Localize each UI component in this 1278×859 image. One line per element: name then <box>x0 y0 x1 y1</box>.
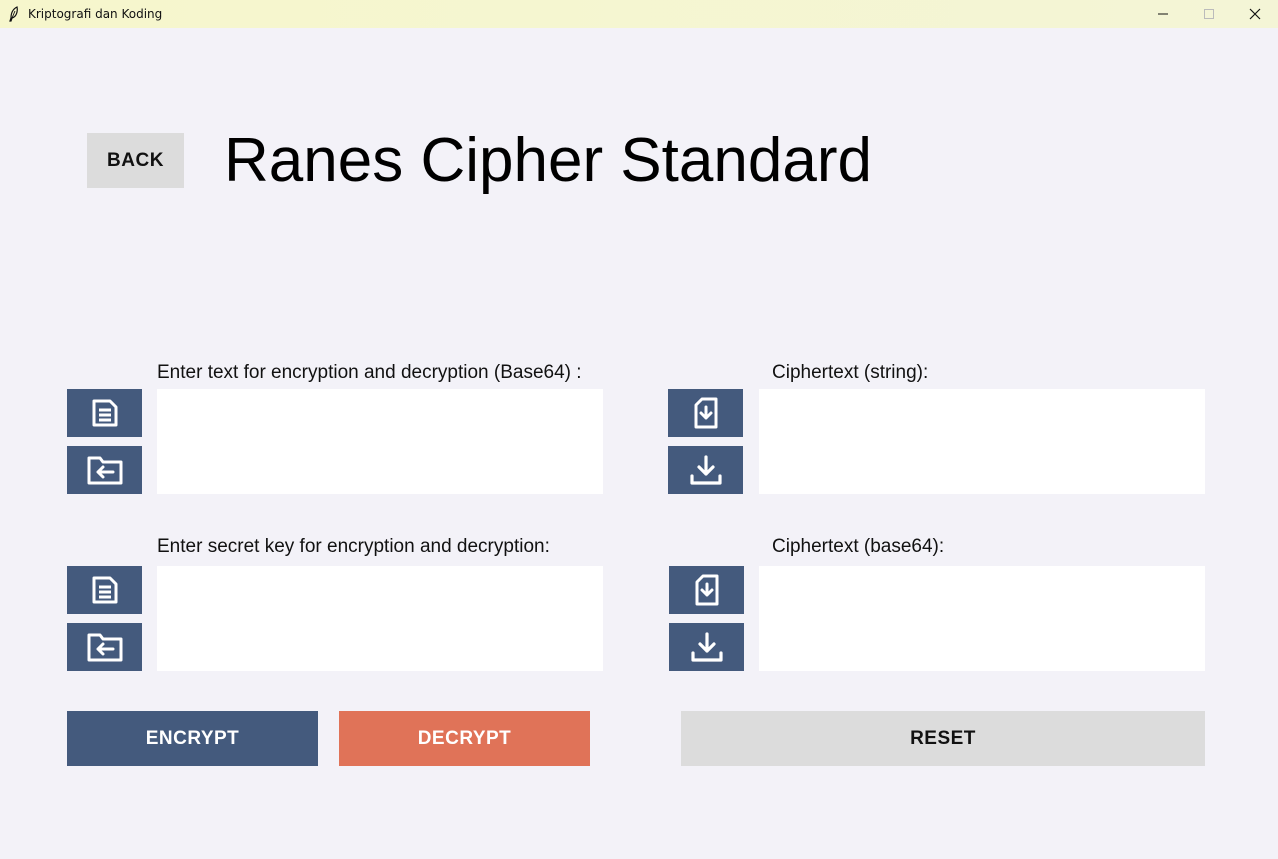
download-icon <box>689 455 722 485</box>
close-button[interactable] <box>1232 0 1278 28</box>
folder-open-icon <box>87 456 122 485</box>
close-icon <box>1249 8 1261 20</box>
text-input-document-button[interactable] <box>67 389 142 437</box>
download-icon <box>690 632 723 662</box>
cipher-base64-save-file-button[interactable] <box>669 566 744 614</box>
cipher-string-output[interactable] <box>759 389 1205 494</box>
document-text-icon <box>92 399 117 427</box>
key-input-label: Enter secret key for encryption and decr… <box>157 536 550 557</box>
cipher-string-download-button[interactable] <box>668 446 743 494</box>
cipher-string-label: Ciphertext (string): <box>772 362 929 383</box>
cipher-string-save-file-button[interactable] <box>668 389 743 437</box>
window-title: Kriptografi dan Koding <box>28 7 163 21</box>
title-bar: Kriptografi dan Koding <box>0 0 1278 28</box>
key-input-open-file-button[interactable] <box>67 623 142 671</box>
file-download-icon <box>694 397 717 429</box>
feather-icon <box>9 6 18 22</box>
document-text-icon <box>92 576 117 604</box>
maximize-icon <box>1204 9 1214 19</box>
maximize-button[interactable] <box>1186 0 1232 28</box>
cipher-base64-output[interactable] <box>759 566 1205 671</box>
encrypt-button[interactable]: ENCRYPT <box>67 711 318 766</box>
key-input-document-button[interactable] <box>67 566 142 614</box>
text-input-label: Enter text for encryption and decryption… <box>157 362 582 383</box>
text-input-open-file-button[interactable] <box>67 446 142 494</box>
minimize-icon <box>1158 13 1168 15</box>
back-button[interactable]: BACK <box>87 133 184 188</box>
reset-button[interactable]: RESET <box>681 711 1205 766</box>
minimize-button[interactable] <box>1140 0 1186 28</box>
decrypt-button[interactable]: DECRYPT <box>339 711 590 766</box>
file-download-icon <box>695 574 718 606</box>
key-input-field[interactable] <box>157 566 603 671</box>
page-title: Ranes Cipher Standard <box>224 126 872 195</box>
folder-open-icon <box>87 633 122 662</box>
text-input-field[interactable] <box>157 389 603 494</box>
cipher-base64-label: Ciphertext (base64): <box>772 536 945 557</box>
cipher-base64-download-button[interactable] <box>669 623 744 671</box>
